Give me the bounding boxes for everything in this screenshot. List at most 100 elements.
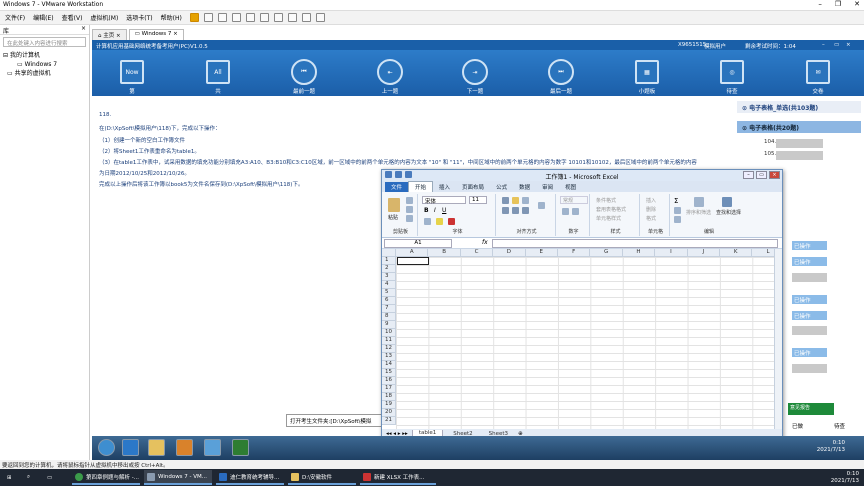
clear-icon[interactable] <box>674 216 681 223</box>
menu-tabs[interactable]: 选项卡(T) <box>126 13 152 22</box>
thumbnail-icon[interactable] <box>273 13 283 22</box>
tab-home[interactable]: ⌂ 主页 × <box>92 28 127 40</box>
tree-windows7[interactable]: ▭ Windows 7 <box>3 60 86 69</box>
cell-grid[interactable] <box>396 257 774 429</box>
column-header[interactable]: J <box>687 249 720 257</box>
tab-page-layout[interactable]: 页面布局 <box>456 182 490 192</box>
column-header[interactable]: K <box>720 249 753 257</box>
row-header[interactable]: 6 <box>382 297 396 305</box>
find-select-button[interactable]: 查找和选择 <box>716 209 741 216</box>
row-header[interactable]: 2 <box>382 265 396 273</box>
row-header[interactable]: 3 <box>382 273 396 281</box>
question-104[interactable]: 104. <box>764 139 823 148</box>
number-format-select[interactable]: 常规 <box>560 196 588 204</box>
percent-icon[interactable] <box>572 208 579 215</box>
row-header[interactable]: 16 <box>382 377 396 385</box>
cell-styles-button[interactable]: 单元格样式 <box>596 215 621 222</box>
tab-file[interactable]: 文件 <box>385 182 409 192</box>
close-icon[interactable]: ✕ <box>854 0 860 8</box>
excel-taskbar-icon[interactable] <box>232 439 249 456</box>
search-icon[interactable]: ⌕ <box>24 470 38 485</box>
row-header[interactable]: 15 <box>382 369 396 377</box>
fx-icon[interactable]: fx <box>482 239 488 246</box>
close-icon[interactable]: × <box>846 42 851 48</box>
tab-home[interactable]: 开始 <box>408 181 434 192</box>
align-middle-icon[interactable] <box>512 197 519 204</box>
format-painter-icon[interactable] <box>406 215 413 222</box>
manage-snapshot-icon[interactable] <box>245 13 255 22</box>
menu-edit[interactable]: 编辑(E) <box>33 13 53 22</box>
column-header[interactable]: A <box>396 249 429 257</box>
board-button[interactable]: ▦ <box>635 60 659 84</box>
currency-icon[interactable] <box>562 208 569 215</box>
copy-icon[interactable] <box>406 206 413 213</box>
feedback-button[interactable]: 意见报告 <box>788 403 834 415</box>
question-105[interactable]: 105. <box>764 151 823 160</box>
border-icon[interactable] <box>424 218 431 225</box>
column-header[interactable]: E <box>525 249 558 257</box>
minimize-icon[interactable]: – <box>818 0 822 8</box>
taskbar-item-vmware[interactable]: Windows 7 - VM... <box>144 470 212 485</box>
category-spreadsheet[interactable]: ⊙ 电子表格(共20题) <box>737 121 861 133</box>
row-header[interactable]: 13 <box>382 353 396 361</box>
open-folder-button[interactable]: 打开考生文件夹:[D:\XpSoft\模拟 <box>286 414 382 427</box>
minimize-icon[interactable]: – <box>743 171 754 179</box>
menu-help[interactable]: 帮助(H) <box>161 13 182 22</box>
undo-icon[interactable] <box>405 171 412 178</box>
row-header[interactable]: 4 <box>382 281 396 289</box>
worksheet-grid[interactable]: ABCDEFGHIJKL 1 2 3 4 5 6 7 8 9 10 11 12 13 14 15 16 17 18… <box>382 249 782 429</box>
sort-filter-icon[interactable] <box>694 197 704 207</box>
formula-input[interactable] <box>492 239 778 248</box>
column-header[interactable]: C <box>460 249 494 257</box>
submit-button[interactable]: ✉ <box>806 60 830 84</box>
row-header[interactable]: 10 <box>382 329 396 337</box>
fullscreen-icon[interactable] <box>287 13 297 22</box>
bold-icon[interactable]: B <box>424 207 429 214</box>
taskbar-item-xlsx[interactable]: 新建 XLSX 工作表... <box>360 470 436 485</box>
font-name-select[interactable]: 宋体 <box>422 196 466 205</box>
fill-icon[interactable] <box>674 207 681 214</box>
font-color-icon[interactable] <box>448 218 455 225</box>
tab-view[interactable]: 视图 <box>559 182 582 192</box>
insert-cells-button[interactable]: 插入 <box>646 197 656 204</box>
format-cells-button[interactable]: 格式 <box>646 215 656 222</box>
tab-formulas[interactable]: 公式 <box>490 182 513 192</box>
taskbar-item-chrome[interactable]: 第四章例题与解析 -... <box>72 470 140 485</box>
column-header[interactable]: D <box>493 249 526 257</box>
tab-windows7[interactable]: ▭ Windows 7 × <box>128 28 184 40</box>
find-select-icon[interactable] <box>722 197 732 207</box>
row-header[interactable]: 17 <box>382 385 396 393</box>
now-button[interactable]: Now <box>120 60 144 84</box>
sort-filter-button[interactable]: 排序和筛选 <box>686 209 711 216</box>
tree-shared-vms[interactable]: ▭ 共享的虚拟机 <box>3 69 86 78</box>
conditional-format-button[interactable]: 条件格式 <box>596 197 616 204</box>
column-header[interactable]: B <box>428 249 461 257</box>
send-keys-icon[interactable] <box>203 13 213 22</box>
menu-file[interactable]: 文件(F) <box>5 13 25 22</box>
minimize-icon[interactable]: – <box>822 42 825 48</box>
fill-color-icon[interactable] <box>436 218 443 225</box>
column-header[interactable]: H <box>622 249 656 257</box>
exam-app-icon[interactable] <box>204 439 221 456</box>
tab-insert[interactable]: 插入 <box>433 182 456 192</box>
tab-review[interactable]: 审阅 <box>536 182 559 192</box>
console-view-icon[interactable] <box>315 13 325 22</box>
align-top-icon[interactable] <box>502 197 509 204</box>
row-header[interactable]: 20 <box>382 409 396 417</box>
row-header[interactable]: 8 <box>382 313 396 321</box>
underline-icon[interactable]: U <box>442 207 446 214</box>
paste-icon[interactable] <box>388 198 400 212</box>
column-header[interactable]: F <box>558 249 591 257</box>
name-box[interactable]: A1 <box>384 239 452 248</box>
autosum-icon[interactable]: Σ <box>674 197 678 205</box>
row-header[interactable]: 5 <box>382 289 396 297</box>
maximize-icon[interactable]: ▭ <box>756 171 767 179</box>
explorer-icon[interactable] <box>148 439 165 456</box>
row-header[interactable]: 11 <box>382 337 396 345</box>
start-button[interactable] <box>98 439 115 456</box>
align-left-icon[interactable] <box>502 207 509 214</box>
row-header[interactable]: 18 <box>382 393 396 401</box>
row-header[interactable]: 19 <box>382 401 396 409</box>
media-player-icon[interactable] <box>176 439 193 456</box>
library-search-input[interactable]: 在此处键入内容进行搜索 <box>3 37 86 47</box>
